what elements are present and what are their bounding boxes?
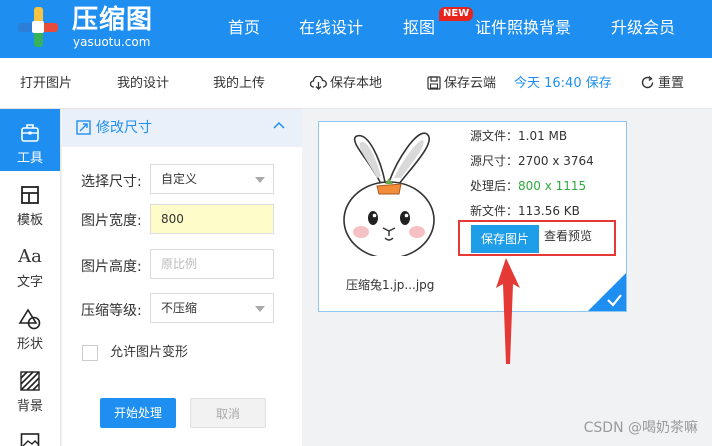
image-result-card[interactable]: 源文件：1.01 MB 源尺寸：2700 x 3764 处理后：800 x 11… (318, 121, 627, 312)
panel-title: 修改尺寸 (96, 120, 152, 136)
resize-panel: 修改尺寸 选择尺寸: 自定义 图片宽度: 800 图片高度: 原比例 压缩等级:… (62, 109, 302, 446)
chevron-up-icon[interactable] (272, 119, 286, 133)
processed-dimensions: 处理后：800 x 1115 (470, 178, 586, 194)
source-file-size: 源文件：1.01 MB (470, 129, 568, 143)
width-input[interactable]: 800 (150, 204, 274, 234)
image-icon (20, 433, 40, 446)
rail-item-tools[interactable]: 工具 (0, 109, 60, 171)
brand-title[interactable]: 压缩图 (72, 3, 153, 37)
saved-time-status: 今天 16:40 保存 (514, 76, 612, 91)
width-label: 图片宽度: (81, 213, 142, 229)
size-label: 选择尺寸: (81, 174, 142, 190)
nav-home[interactable]: 首页 (228, 17, 260, 39)
save-local-label: 保存本地 (330, 76, 383, 91)
refresh-icon (641, 75, 654, 89)
rail-item-shapes[interactable]: 形状 (0, 307, 60, 352)
nav-id-photo-background[interactable]: 证件照换背景 (475, 17, 571, 39)
left-rail: 工具 模板 Aa 文字 形状 背景 (0, 109, 61, 446)
rail-item-label: 形状 (16, 337, 43, 352)
nav-cutout[interactable]: 抠图 (403, 17, 435, 39)
height-input[interactable]: 原比例 (150, 249, 274, 279)
floppy-icon (427, 76, 441, 90)
my-uploads-button[interactable]: 我的上传 (213, 75, 265, 93)
rail-item-label: 模板 (16, 213, 43, 228)
rail-item-text[interactable]: Aa 文字 (0, 245, 60, 290)
panel-header[interactable]: 修改尺寸 (62, 109, 302, 147)
reset-button[interactable]: 重置 (640, 75, 684, 93)
toolbox-icon (21, 124, 39, 142)
my-designs-button[interactable]: 我的设计 (117, 75, 169, 93)
toolbar: 打开图片 我的设计 我的上传 保存本地 保存云端 今天 16:40 保存 重置 (0, 58, 712, 109)
processed-label: 处理后： (470, 179, 519, 193)
save-cloud-label: 保存云端 (444, 76, 497, 91)
compress-level-select[interactable]: 不压缩 (150, 293, 274, 323)
compress-level-value: 不压缩 (161, 301, 198, 315)
template-icon (21, 186, 39, 204)
allow-deform-checkbox[interactable] (82, 345, 98, 361)
highlight-box (458, 220, 616, 256)
rail-item-background[interactable]: 背景 (0, 369, 60, 414)
processed-value: 800 x 1115 (518, 179, 587, 193)
top-nav: 压缩图 yasuotu.com 首页 在线设计 抠图 NEW 证件照换背景 升级… (0, 0, 712, 58)
nav-online-design[interactable]: 在线设计 (299, 17, 363, 39)
size-select-value: 自定义 (161, 172, 198, 186)
rail-item-label: 文字 (16, 275, 43, 290)
size-select[interactable]: 自定义 (150, 164, 274, 194)
watermark: CSDN @喝奶茶嘛 (583, 420, 698, 436)
annotation-arrow-icon (496, 258, 520, 364)
resize-icon (76, 120, 91, 135)
chevron-down-icon (255, 177, 265, 183)
rail-item-label: 工具 (16, 151, 43, 166)
reset-label: 重置 (658, 76, 685, 91)
start-process-button[interactable]: 开始处理 (100, 398, 176, 428)
rail-item-image-partial[interactable] (20, 431, 40, 446)
text-icon: Aa (18, 246, 42, 267)
nav-upgrade-member[interactable]: 升级会员 (611, 17, 675, 39)
cloud-download-icon (310, 76, 327, 90)
source-dimensions: 源尺寸：2700 x 3764 (470, 154, 594, 168)
rail-item-label: 背景 (16, 399, 43, 414)
compress-level-label: 压缩等级: (81, 303, 142, 319)
shapes-icon (18, 308, 41, 330)
rail-item-templates[interactable]: 模板 (0, 183, 60, 228)
height-label: 图片高度: (81, 259, 142, 275)
brand-subtitle: yasuotu.com (73, 35, 151, 49)
background-icon (20, 371, 40, 391)
file-name: 压缩兔1.jp...jpg (346, 278, 435, 292)
cancel-button[interactable]: 取消 (190, 398, 266, 428)
chevron-down-icon (255, 306, 265, 312)
image-thumbnail (319, 122, 459, 256)
save-local-button[interactable]: 保存本地 (310, 75, 382, 93)
new-badge: NEW (439, 7, 474, 21)
logo-icon[interactable] (18, 7, 58, 47)
open-image-button[interactable]: 打开图片 (20, 75, 72, 93)
new-file-size: 新文件：113.56 KB (470, 204, 580, 218)
selected-check-icon[interactable] (588, 273, 626, 311)
save-cloud-button[interactable]: 保存云端 (427, 75, 496, 93)
allow-deform-label[interactable]: 允许图片变形 (110, 345, 188, 361)
